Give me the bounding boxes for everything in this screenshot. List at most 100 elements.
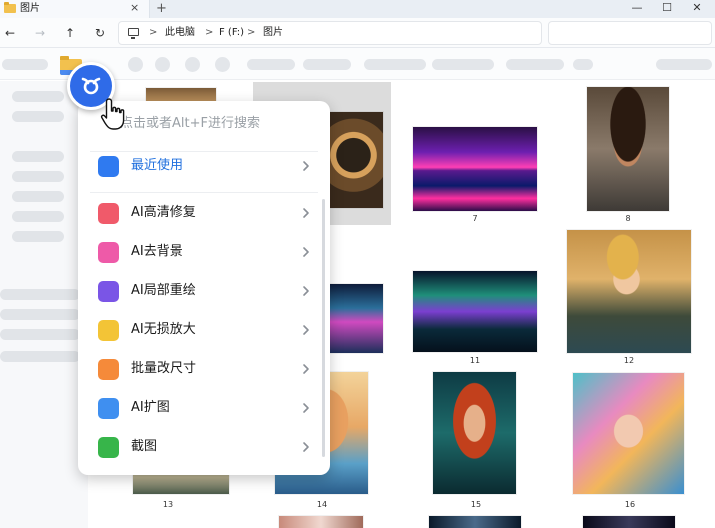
thumbnail-image[interactable] [279, 516, 363, 528]
sidebar-item[interactable] [12, 151, 64, 162]
thumbnail-image[interactable] [413, 271, 537, 352]
hd-image-icon [98, 203, 119, 224]
back-icon[interactable]: ← [0, 24, 20, 42]
thumbnail-image[interactable] [567, 230, 691, 353]
refresh-icon[interactable]: ↻ [90, 24, 110, 42]
chevron-right-icon [303, 364, 309, 374]
toolbar-button[interactable] [656, 59, 712, 70]
close-window-icon[interactable]: ✕ [682, 0, 712, 18]
menu-item-label: AI去背景 [131, 244, 183, 259]
menu-item-batch-resize[interactable]: 批量改尺寸 [86, 350, 322, 388]
tab-close-icon[interactable]: × [130, 1, 139, 15]
this-pc-icon [128, 28, 139, 39]
breadcrumb-separator: > [205, 27, 214, 38]
menu-item-crop[interactable]: 截图 [86, 428, 322, 466]
menu-item-label: AI无损放大 [131, 322, 196, 337]
sidebar-item[interactable] [0, 329, 80, 340]
file-name-label: 8 [625, 214, 631, 223]
folder-icon [4, 2, 16, 13]
forward-icon[interactable]: → [30, 24, 50, 42]
sidebar-item[interactable] [12, 211, 64, 222]
breadcrumb-separator: > [247, 27, 256, 38]
assistant-logo-icon [81, 77, 101, 95]
image-expand-icon [98, 398, 119, 419]
thumbnail-image[interactable] [583, 516, 675, 528]
menu-item-label: AI扩图 [131, 400, 170, 415]
menu-item-magnify[interactable]: AI无损放大 [86, 311, 322, 349]
title-bar: 图片 × + — ☐ ✕ [0, 0, 715, 18]
tab-title: 图片 [20, 3, 40, 14]
file-name-label: 14 [316, 500, 328, 509]
sidebar-item[interactable] [0, 309, 80, 320]
toolbar-button[interactable] [247, 59, 295, 70]
new-tab-icon[interactable]: + [156, 0, 167, 17]
hand-cursor-icon [100, 98, 125, 130]
breadcrumb-separator: > [149, 27, 158, 38]
sidebar-item[interactable] [12, 171, 64, 182]
thumbnail-image[interactable] [429, 516, 521, 528]
chevron-right-icon [303, 208, 309, 218]
toolbar-button[interactable] [432, 59, 494, 70]
menu-item-remove-background[interactable]: AI去背景 [86, 233, 322, 271]
chevron-right-icon [303, 442, 309, 452]
toolbar-button[interactable] [573, 59, 593, 70]
menu-scrollbar[interactable] [322, 199, 325, 457]
menu-item-image-expand[interactable]: AI扩图 [86, 389, 322, 427]
thumbnail-image[interactable] [433, 372, 516, 494]
toolbar-button[interactable] [185, 57, 200, 72]
toolbar-button[interactable] [128, 57, 143, 72]
menu-search-placeholder: 点击或者Alt+F进行搜索 [120, 116, 260, 131]
tab-pictures[interactable]: 图片 × [0, 0, 150, 18]
menu-item-label: 最近使用 [131, 158, 184, 173]
navigation-bar: ← → ↑ ↻ > 此电脑 > F (F:) > 图片 [0, 18, 715, 48]
breadcrumb-this-pc[interactable]: 此电脑 [165, 26, 195, 40]
batch-resize-icon [98, 359, 119, 380]
toolbar-button[interactable] [364, 59, 426, 70]
brush-repaint-icon [98, 281, 119, 302]
sidebar-item[interactable] [0, 351, 80, 362]
sidebar-item[interactable] [0, 289, 80, 300]
chevron-right-icon [303, 403, 309, 413]
magnify-icon [98, 320, 119, 341]
menu-item-brush-repaint[interactable]: AI局部重绘 [86, 272, 322, 310]
menu-item-label: AI局部重绘 [131, 283, 196, 298]
menu-item-hd-image[interactable]: AI高清修复 [86, 194, 322, 232]
menu-item-list[interactable]: 最近使用 [86, 147, 322, 185]
thumbnail-image[interactable] [573, 373, 684, 494]
file-name-label: 13 [162, 500, 174, 509]
address-bar[interactable]: > 此电脑 > F (F:) > 图片 [118, 21, 542, 45]
toolbar-button[interactable] [506, 59, 564, 70]
breadcrumb-pictures[interactable]: 图片 [263, 26, 283, 40]
minimize-icon[interactable]: — [622, 0, 652, 18]
toolbar-button[interactable] [155, 57, 170, 72]
chevron-right-icon [303, 247, 309, 257]
navigation-pane [0, 81, 88, 528]
thumbnail-image[interactable] [587, 87, 669, 211]
toolbar-button[interactable] [303, 59, 351, 70]
file-name-label: 11 [469, 356, 481, 365]
thumbnail-image[interactable] [413, 127, 537, 211]
thumbnail-image[interactable] [324, 112, 383, 208]
list-icon [98, 156, 119, 177]
breadcrumb-drive-f[interactable]: F (F:) [219, 26, 244, 40]
menu-item-label: 批量改尺寸 [131, 361, 197, 376]
chevron-right-icon [303, 325, 309, 335]
file-name-label: 12 [623, 356, 635, 365]
maximize-icon[interactable]: ☐ [652, 0, 682, 18]
file-name-label: 7 [472, 214, 478, 223]
search-input[interactable] [548, 21, 712, 45]
sidebar-item[interactable] [12, 111, 64, 122]
toolbar-button[interactable] [2, 59, 48, 70]
crop-icon [98, 437, 119, 458]
toolbar-button[interactable] [215, 57, 230, 72]
menu-item-label: 截图 [131, 439, 158, 454]
sidebar-item[interactable] [12, 231, 64, 242]
menu-item-label: AI高清修复 [131, 205, 196, 220]
chevron-right-icon [303, 161, 309, 171]
up-icon[interactable]: ↑ [60, 24, 80, 42]
file-name-label: 15 [470, 500, 482, 509]
thumbnail-image[interactable] [324, 284, 383, 353]
chevron-right-icon [303, 286, 309, 296]
sidebar-item[interactable] [12, 191, 64, 202]
sidebar-item[interactable] [12, 91, 64, 102]
